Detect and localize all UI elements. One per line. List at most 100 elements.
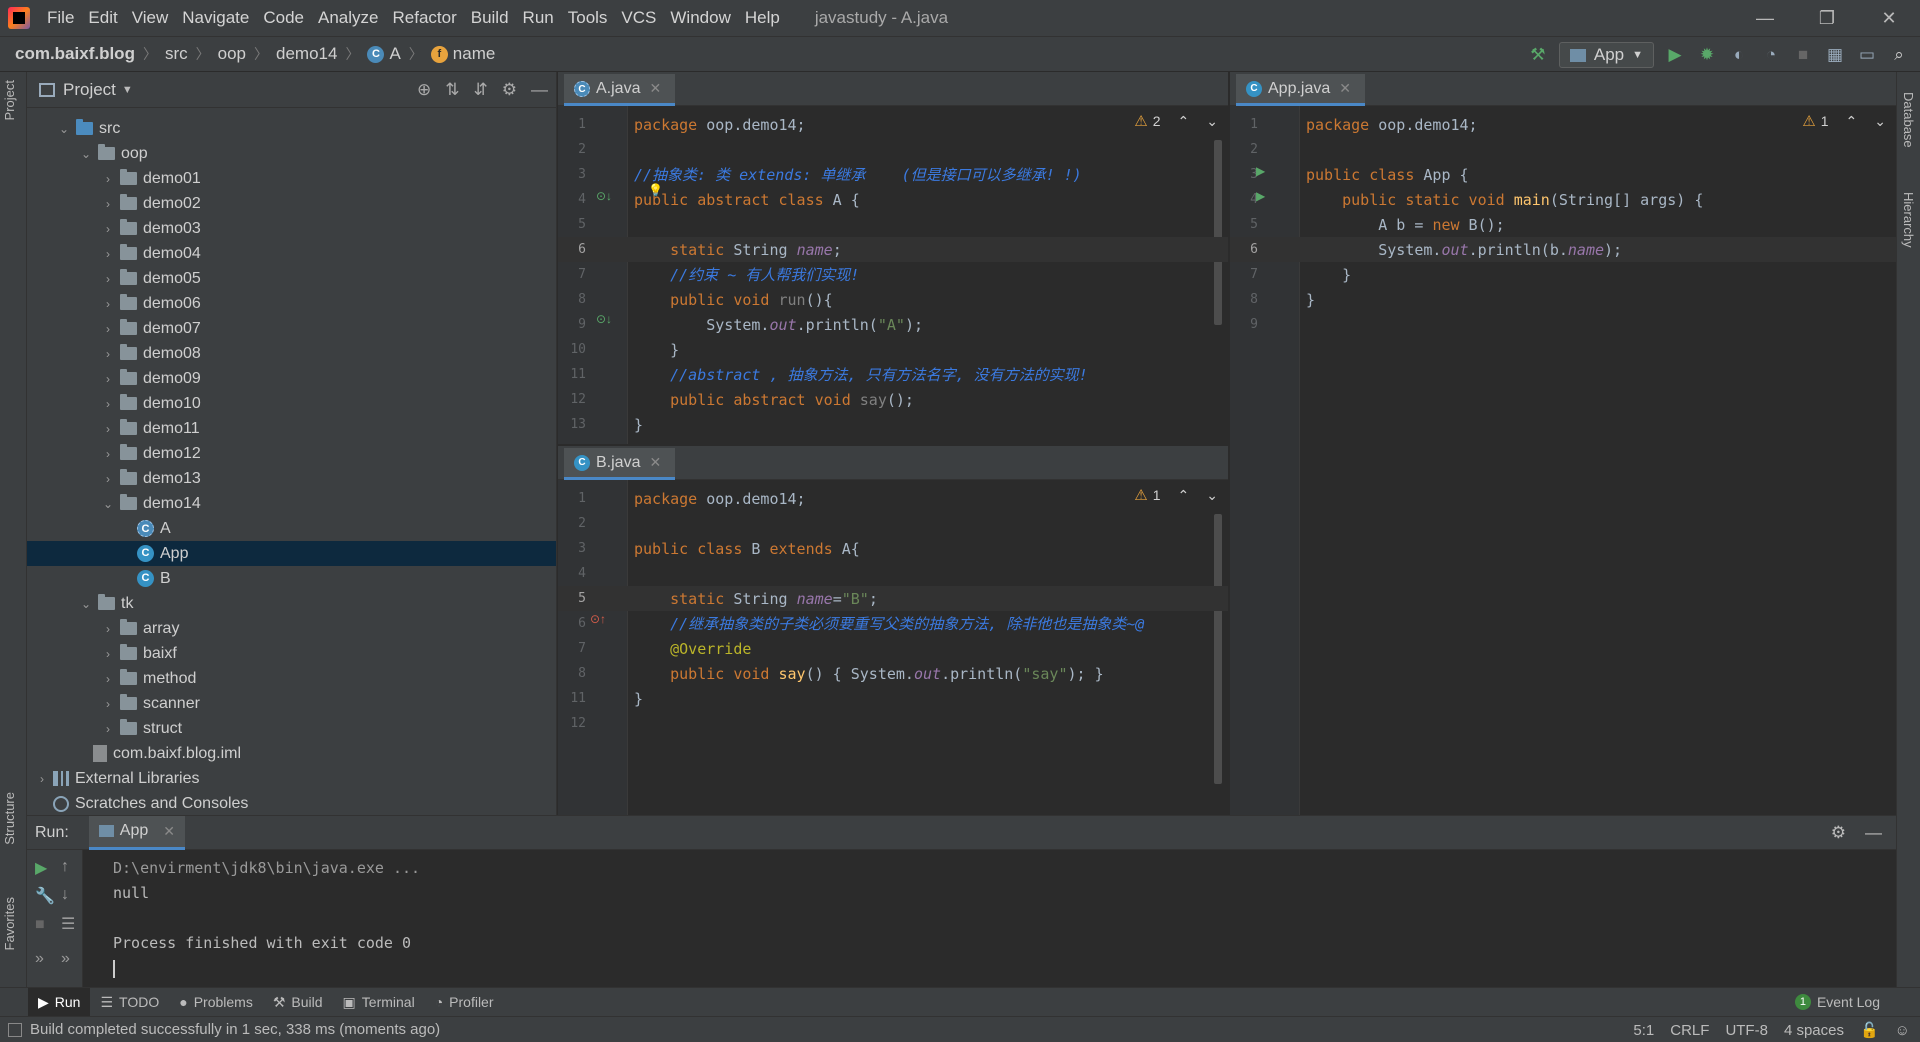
run-gutter-icon[interactable]: ▶ [1256, 164, 1265, 178]
override-gutter-icon[interactable]: ⊙↑ [590, 612, 606, 626]
chevron-right-icon[interactable]: › [101, 647, 115, 661]
menu-edit[interactable]: Edit [81, 0, 124, 36]
chevron-right-icon[interactable]: › [101, 422, 115, 436]
locate-icon[interactable]: ⊕ [417, 80, 431, 100]
code-line[interactable]: 8 public void run(){ [558, 287, 1228, 312]
tree-item[interactable]: › demo02 [27, 191, 556, 216]
code-line[interactable]: 4 [558, 561, 1228, 586]
chevron-right-icon[interactable]: › [101, 722, 115, 736]
close-tab-icon[interactable]: ✕ [649, 454, 661, 471]
breadcrumb-oop[interactable]: oop [218, 44, 246, 64]
chevron-right-icon[interactable]: › [101, 322, 115, 336]
menu-file[interactable]: File [40, 0, 81, 36]
chevron-right-icon[interactable]: › [101, 172, 115, 186]
close-tab-icon[interactable]: ✕ [163, 823, 175, 840]
chevron-down-icon[interactable]: ⌄ [79, 147, 93, 161]
code-line[interactable]: 2 [558, 137, 1228, 162]
chevron-down-icon[interactable]: ⌄ [57, 122, 71, 136]
tab-structure-side[interactable]: Structure [2, 792, 17, 845]
menu-view[interactable]: View [125, 0, 176, 36]
tab-project-side[interactable]: Project [2, 80, 17, 120]
implemented-gutter-icon[interactable]: ⊙↓ [596, 312, 612, 326]
minimize-icon[interactable]: — [1734, 0, 1796, 36]
breadcrumb-field-name[interactable]: f name [430, 44, 495, 64]
code-line[interactable]: 11 //abstract , 抽象方法, 只有方法名字, 没有方法的实现! [558, 362, 1228, 387]
tab-database-side[interactable]: Database [1901, 92, 1916, 148]
run-gutter-icon[interactable]: ▶ [1256, 189, 1265, 203]
tree-item[interactable]: › demo03 [27, 216, 556, 241]
chevron-down-icon[interactable]: ⌄ [79, 597, 93, 611]
close-tab-icon[interactable]: ✕ [1339, 80, 1351, 97]
tree-item[interactable]: › demo10 [27, 391, 556, 416]
file-encoding[interactable]: UTF-8 [1725, 1022, 1768, 1039]
tree-item[interactable]: › demo09 [27, 366, 556, 391]
code-line[interactable]: 1 package oop.demo14; [558, 112, 1228, 137]
menu-help[interactable]: Help [738, 0, 787, 36]
tab-b-java[interactable]: C B.java ✕ [564, 448, 676, 480]
breadcrumb-src[interactable]: src [165, 44, 188, 64]
tree-item[interactable]: ⌄ oop [27, 141, 556, 166]
tree-item[interactable]: › baixf [27, 641, 556, 666]
code-line[interactable]: 7 //约束 ~ 有人帮我们实现! [558, 262, 1228, 287]
tree-item[interactable]: C App [27, 541, 556, 566]
code-line[interactable]: 5 A b = new B(); [1230, 212, 1896, 237]
chevron-right-icon[interactable]: › [101, 247, 115, 261]
code-line[interactable]: 11} [558, 686, 1228, 711]
editor-b-java[interactable]: C B.java ✕ ⚠ 1 ⌃ ⌄ 1 package oop.demo14; 2… [558, 446, 1228, 815]
debug-icon[interactable]: ✹ [1696, 44, 1718, 66]
implemented-gutter-icon[interactable]: ⊙↓ [596, 189, 612, 203]
code-line[interactable]: 12 [558, 711, 1228, 736]
chevron-right-icon[interactable]: › [35, 772, 49, 786]
tree-item[interactable]: › scanner [27, 691, 556, 716]
rerun-icon[interactable]: ▶ [35, 858, 47, 878]
chevron-right-icon[interactable]: › [101, 372, 115, 386]
project-view-select[interactable]: Project [63, 80, 116, 100]
chevron-right-icon[interactable]: › [101, 272, 115, 286]
console-output[interactable]: D:\envirment\jdk8\bin\java.exe ... null … [113, 856, 420, 981]
close-icon[interactable]: ✕ [1858, 0, 1920, 36]
tree-item[interactable]: › demo06 [27, 291, 556, 316]
code-line[interactable]: 7 @Override [558, 636, 1228, 661]
tree-item[interactable]: ⌄ tk [27, 591, 556, 616]
chevron-right-icon[interactable]: › [101, 622, 115, 636]
code-line[interactable]: 9 [1230, 312, 1896, 337]
code-line[interactable]: 13} [558, 412, 1228, 437]
tree-item[interactable]: › demo13 [27, 466, 556, 491]
menu-window[interactable]: Window [663, 0, 737, 36]
menu-navigate[interactable]: Navigate [175, 0, 256, 36]
run-icon[interactable]: ▶ [1664, 44, 1686, 66]
collapse-all-icon[interactable]: ⇵ [474, 80, 488, 100]
code-line[interactable]: 5 static String name="B"; [558, 586, 1228, 611]
menu-analyze[interactable]: Analyze [311, 0, 385, 36]
code-line[interactable]: 7 } [1230, 262, 1896, 287]
tree-item[interactable]: › array [27, 616, 556, 641]
run-configuration-select[interactable]: App ▼ [1558, 42, 1654, 68]
stop-icon[interactable]: ■ [1792, 44, 1814, 66]
code-line[interactable]: 5 [558, 212, 1228, 237]
tree-item[interactable]: ⌄ src [27, 116, 556, 141]
tool-event-log[interactable]: 1 Event Log [1785, 988, 1890, 1017]
tree-item[interactable]: ⌄ demo14 [27, 491, 556, 516]
code-line[interactable]: 6 System.out.println(b.name); [1230, 237, 1896, 262]
code-line[interactable]: 4 public static void main(String[] args)… [1230, 187, 1896, 212]
menu-build[interactable]: Build [464, 0, 516, 36]
code-line[interactable]: 1 package oop.demo14; [558, 486, 1228, 511]
gear-icon[interactable]: ⚙ [502, 80, 517, 100]
chevron-down-icon[interactable]: ▼ [122, 84, 133, 96]
tree-item[interactable]: com.baixf.blog.iml [27, 741, 556, 766]
tree-item[interactable]: › demo11 [27, 416, 556, 441]
code-line[interactable]: 2 [1230, 137, 1896, 162]
breadcrumb-project[interactable]: com.baixf.blog [15, 44, 135, 64]
editor-app-java[interactable]: C App.java ✕ ⚠ 1 ⌃ ⌄ 1 package oop.demo14… [1230, 72, 1896, 815]
build-hammer-icon[interactable]: ⚒ [1527, 44, 1549, 66]
chevron-right-icon[interactable]: › [101, 347, 115, 361]
code-line[interactable]: 9 System.out.println("A"); [558, 312, 1228, 337]
intention-bulb-icon[interactable]: 💡 [648, 183, 663, 197]
code-line[interactable]: 6 static String name; [558, 237, 1228, 262]
tab-favorites-side[interactable]: Favorites [2, 897, 17, 950]
search-icon[interactable]: ⌕ [1888, 44, 1910, 66]
code-line[interactable]: 6 //继承抽象类的子类必须要重写父类的抽象方法, 除非他也是抽象类~@ [558, 611, 1228, 636]
tab-hierarchy-side[interactable]: Hierarchy [1901, 192, 1916, 248]
toggle-tool-windows-icon[interactable] [8, 1022, 22, 1037]
tree-item[interactable]: CB [27, 566, 556, 591]
